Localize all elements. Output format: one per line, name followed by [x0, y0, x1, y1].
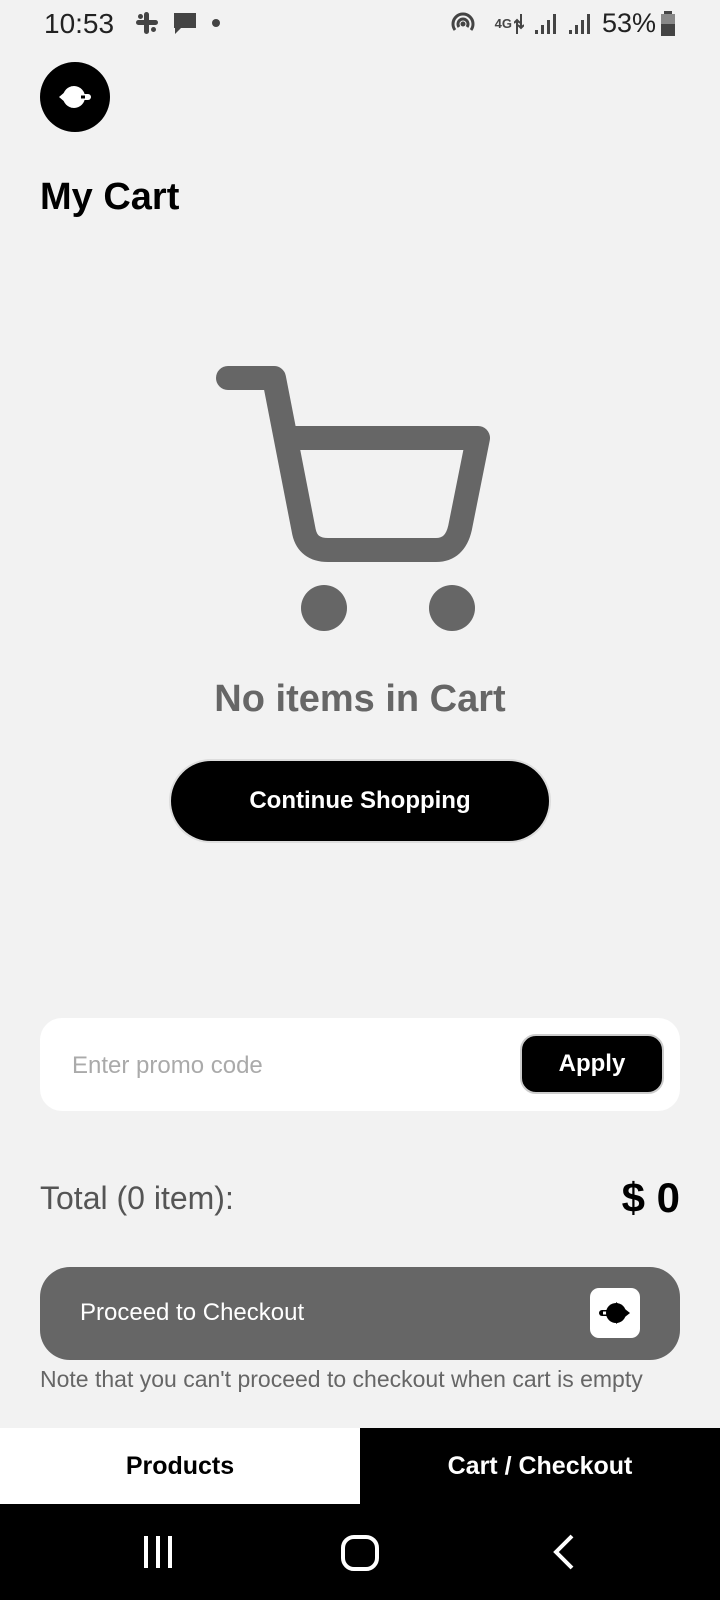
- promo-code-card: Apply: [40, 1018, 680, 1111]
- system-nav-bar: [0, 1504, 720, 1600]
- promo-code-input[interactable]: [70, 1040, 494, 1092]
- dot-icon: [212, 19, 220, 27]
- status-time: 10:53: [44, 8, 115, 39]
- signal-icon: [534, 13, 556, 34]
- data-arrows-icon: [513, 13, 524, 34]
- status-left-icons: [134, 10, 222, 36]
- tab-cart-checkout[interactable]: Cart / Checkout: [360, 1428, 720, 1504]
- recent-apps-icon[interactable]: [140, 1534, 176, 1570]
- tab-products[interactable]: Products: [0, 1428, 360, 1504]
- page-title: My Cart: [40, 176, 180, 218]
- slack-icon: [136, 12, 158, 34]
- status-bar: 10:53 4G 53%: [0, 0, 720, 50]
- proceed-to-checkout-button[interactable]: Proceed to Checkout: [40, 1267, 680, 1360]
- continue-shopping-button[interactable]: Continue Shopping: [169, 759, 551, 843]
- apply-promo-button[interactable]: Apply: [520, 1034, 664, 1094]
- signal-icon: [568, 13, 590, 34]
- network-type-label: 4G: [494, 16, 512, 31]
- back-button[interactable]: [40, 62, 110, 132]
- hotspot-icon: [451, 12, 475, 31]
- cart-icon: [216, 366, 490, 631]
- battery-icon: [661, 10, 675, 36]
- checkout-note: Note that you can't proceed to checkout …: [40, 1366, 643, 1392]
- back-arrow-icon: [59, 86, 91, 108]
- system-back-icon[interactable]: [550, 1534, 580, 1570]
- battery-percentage: 53%: [601, 8, 656, 38]
- message-icon: [174, 13, 196, 34]
- total-label: Total (0 item):: [40, 1180, 234, 1216]
- total-value: $ 0: [621, 1174, 680, 1221]
- checkout-label: Proceed to Checkout: [80, 1299, 305, 1326]
- bottom-tab-bar: Products Cart / Checkout: [0, 1428, 720, 1504]
- home-icon[interactable]: [340, 1534, 380, 1572]
- arrow-right-icon: [590, 1288, 640, 1338]
- empty-cart-message: No items in Cart: [214, 678, 506, 720]
- status-right-group: 4G 53%: [449, 8, 676, 39]
